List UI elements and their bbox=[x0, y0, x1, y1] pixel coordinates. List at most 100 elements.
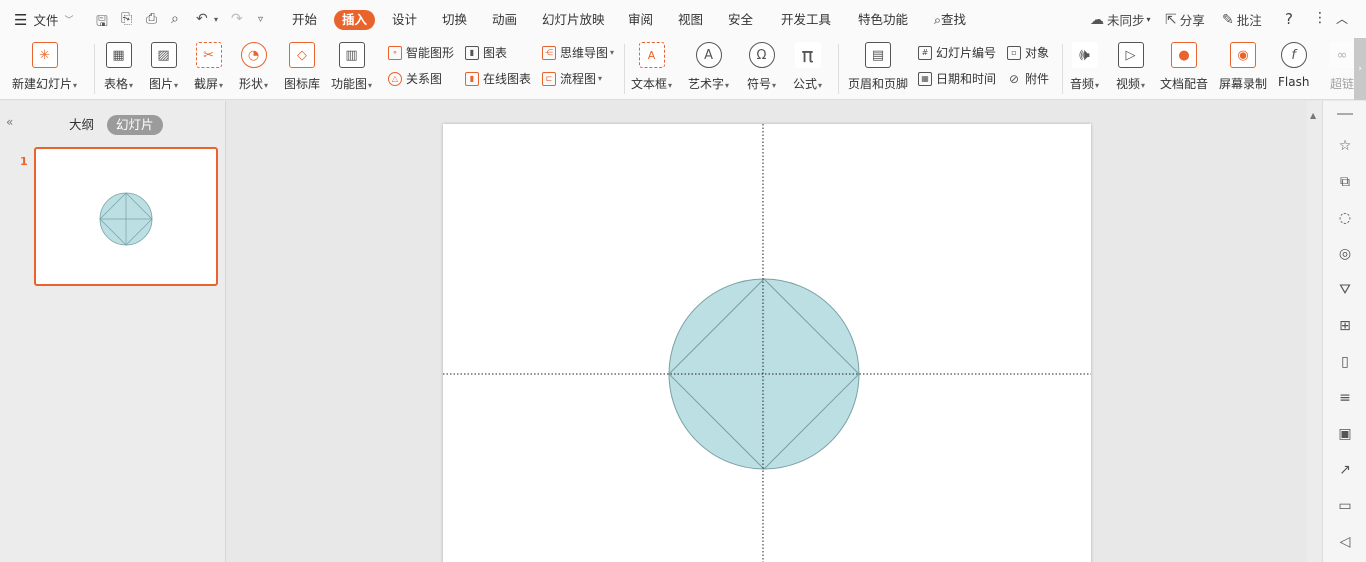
icon-library-button[interactable]: ◇ 图标库 bbox=[284, 42, 320, 92]
screenshot-button[interactable]: ✂ 截屏▾ bbox=[194, 42, 223, 92]
location-icon[interactable]: ◎ bbox=[1336, 245, 1354, 263]
tab-home[interactable]: 开始 bbox=[292, 10, 317, 30]
print-icon[interactable]: ⎙ bbox=[146, 11, 157, 27]
header-footer-icon: ▤ bbox=[865, 42, 891, 68]
mindmap-button[interactable]: ⋲ 思维导图 ▾ bbox=[542, 44, 614, 61]
picture-button[interactable]: ▨ 图片▾ bbox=[149, 42, 178, 92]
archive-icon[interactable]: ▭ bbox=[1336, 497, 1354, 515]
shapes-icon[interactable]: ◌ bbox=[1336, 209, 1354, 227]
slide[interactable] bbox=[443, 124, 1091, 562]
microphone-icon: ● bbox=[1171, 42, 1197, 68]
undo-dropdown-icon[interactable]: ▾ bbox=[214, 15, 218, 24]
tab-outline[interactable]: 大纲 bbox=[69, 115, 94, 135]
design-icon[interactable]: ⛛ bbox=[1336, 281, 1354, 299]
attachment-button[interactable]: ⊘ 附件 bbox=[1007, 70, 1049, 87]
ribbon-scroll-right-button[interactable]: › bbox=[1354, 38, 1366, 100]
collapse-ribbon-icon[interactable]: ︿ bbox=[1336, 10, 1348, 27]
cloud-icon: ☁ bbox=[1090, 11, 1104, 28]
object-button[interactable]: ▫ 对象 bbox=[1007, 44, 1049, 61]
search-label: 查找 bbox=[941, 12, 967, 27]
hyperlink-button[interactable]: ∞ 超链 bbox=[1329, 42, 1355, 92]
search-box[interactable]: ⌕查找 bbox=[934, 10, 966, 30]
sync-status[interactable]: ☁ 未同步 ▾ bbox=[1090, 10, 1151, 29]
header-footer-label: 页眉和页脚 bbox=[848, 77, 909, 91]
tab-features[interactable]: 特色功能 bbox=[858, 10, 908, 30]
mindmap-icon: ⋲ bbox=[542, 45, 556, 60]
smart-art-button[interactable]: ⚬ 智能图形 bbox=[388, 44, 454, 61]
more-icon[interactable]: ⋮ bbox=[1313, 10, 1327, 26]
slide-number-icon: # bbox=[918, 45, 932, 60]
screen-record-button[interactable]: ◉ 屏幕录制 bbox=[1219, 42, 1267, 92]
doc-dubbing-button[interactable]: ● 文档配音 bbox=[1160, 42, 1208, 92]
tab-design[interactable]: 设计 bbox=[392, 10, 417, 30]
chart-panel-icon[interactable]: ▯ bbox=[1336, 353, 1354, 371]
slide-thumbnail[interactable] bbox=[34, 147, 218, 286]
object-label: 对象 bbox=[1025, 46, 1050, 60]
calendar-icon: ▦ bbox=[918, 71, 932, 86]
comment-button[interactable]: ✎ 批注 bbox=[1222, 10, 1262, 29]
chart-button[interactable]: ▮ 图表 bbox=[465, 44, 507, 61]
tab-insert[interactable]: 插入 bbox=[334, 10, 376, 30]
customize-toolbar-icon[interactable]: ▿ bbox=[258, 14, 263, 25]
symbol-button[interactable]: Ω 符号▾ bbox=[747, 42, 776, 92]
video-button[interactable]: ▷ 视频▾ bbox=[1116, 42, 1145, 92]
formula-button[interactable]: π 公式▾ bbox=[793, 42, 822, 92]
shape-button[interactable]: ◔ 形状▾ bbox=[239, 42, 268, 92]
header-footer-button[interactable]: ▤ 页眉和页脚 bbox=[848, 42, 908, 92]
wordart-button[interactable]: A 艺术字▾ bbox=[688, 42, 729, 92]
tab-review[interactable]: 审阅 bbox=[628, 10, 653, 30]
smart-art-label: 智能图形 bbox=[406, 46, 455, 60]
speaker-panel-icon[interactable]: ◁ bbox=[1336, 533, 1354, 551]
function-chart-button[interactable]: ▥ 功能图▾ bbox=[331, 42, 372, 92]
undo-icon[interactable]: ↶ bbox=[196, 11, 208, 27]
circle-shape bbox=[668, 278, 860, 470]
flash-icon: f bbox=[1280, 42, 1307, 68]
datetime-label: 日期和时间 bbox=[936, 72, 997, 86]
grid-icon[interactable]: ⊞ bbox=[1336, 317, 1354, 335]
divider bbox=[1062, 44, 1063, 94]
tab-animation[interactable]: 动画 bbox=[492, 10, 517, 30]
audio-label: 音频 bbox=[1070, 77, 1095, 91]
vertical-scrollbar[interactable]: ▲ bbox=[1307, 101, 1322, 562]
tab-view[interactable]: 视图 bbox=[678, 10, 703, 30]
datetime-button[interactable]: ▦ 日期和时间 bbox=[918, 70, 996, 87]
format-painter-icon[interactable]: ⎘ bbox=[121, 11, 132, 27]
image-panel-icon[interactable]: ▣ bbox=[1336, 425, 1354, 443]
tab-slideshow[interactable]: 幻灯片放映 bbox=[542, 10, 605, 30]
shape-label: 形状 bbox=[239, 77, 264, 91]
shape-panel-icon[interactable]: ⧉ bbox=[1336, 173, 1354, 191]
tab-slides[interactable]: 幻灯片 bbox=[107, 115, 163, 135]
online-chart-button[interactable]: ▮ 在线图表 bbox=[465, 70, 531, 87]
divider bbox=[94, 44, 95, 94]
print-preview-icon[interactable]: ⌕ bbox=[171, 11, 179, 27]
link-icon: ∞ bbox=[1329, 42, 1355, 68]
new-slide-button[interactable]: ✳ 新建幻灯片▾ bbox=[12, 42, 77, 92]
tab-transition[interactable]: 切换 bbox=[442, 10, 467, 30]
textbox-button[interactable]: A 文本框▾ bbox=[631, 42, 672, 92]
save-icon[interactable]: 🖫 bbox=[96, 11, 108, 35]
flash-button[interactable]: f Flash bbox=[1278, 42, 1309, 89]
file-menu[interactable]: ☰ 文件 ﹀ bbox=[14, 10, 73, 29]
tab-security[interactable]: 安全 bbox=[728, 10, 753, 30]
slide-number-button[interactable]: # 幻灯片编号 bbox=[918, 44, 996, 61]
redo-icon[interactable]: ↷ bbox=[231, 11, 243, 27]
tab-developer[interactable]: 开发工具 bbox=[781, 10, 831, 30]
share-button[interactable]: ⇱ 分享 bbox=[1165, 10, 1205, 29]
share-panel-icon[interactable]: ↗ bbox=[1336, 461, 1354, 479]
pi-icon: π bbox=[794, 42, 821, 68]
symbol-label: 符号 bbox=[747, 77, 772, 91]
audio-button[interactable]: 🕪 音频▾ bbox=[1070, 42, 1099, 92]
slide-thumbnail-preview bbox=[99, 192, 153, 246]
table-button[interactable]: ▦ 表格▾ bbox=[104, 42, 133, 92]
pin-icon[interactable]: ☆ bbox=[1336, 137, 1354, 155]
adjust-icon[interactable]: ≡ bbox=[1336, 389, 1354, 407]
share-icon: ⇱ bbox=[1165, 11, 1177, 28]
collapse-panel-icon[interactable]: « bbox=[6, 115, 13, 129]
table-label: 表格 bbox=[104, 77, 129, 91]
scroll-up-icon[interactable]: ▲ bbox=[1310, 111, 1316, 120]
relation-chart-button[interactable]: △ 关系图 bbox=[388, 70, 442, 87]
flowchart-button[interactable]: ⊏ 流程图 ▾ bbox=[542, 70, 602, 87]
chart-label: 图表 bbox=[483, 46, 508, 60]
divider bbox=[624, 44, 625, 94]
help-button[interactable]: ? bbox=[1285, 10, 1293, 28]
